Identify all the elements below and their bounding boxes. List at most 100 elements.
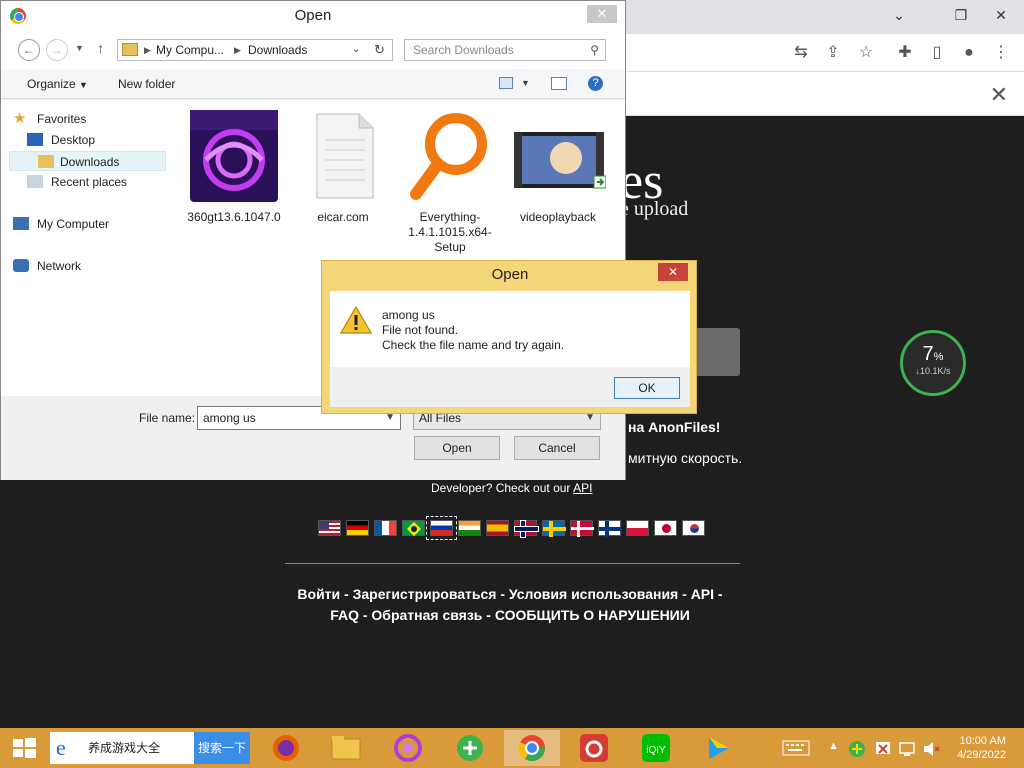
side-panel-icon[interactable]: ▯ — [926, 42, 948, 64]
taskbar-search-button[interactable]: 搜索一下 — [194, 732, 250, 764]
flag-de[interactable] — [346, 520, 369, 536]
nav-favorites[interactable]: ★ Favorites — [11, 109, 86, 129]
extensions-icon[interactable]: ✚ — [894, 42, 916, 64]
chevron-up-icon[interactable]: ▲ — [828, 740, 839, 752]
help-icon[interactable]: ? — [588, 76, 603, 91]
report-abuse-link[interactable]: СООБЩИТЬ О НАРУШЕНИИ — [495, 607, 690, 623]
iqiyi-app[interactable]: iQIY — [628, 730, 684, 766]
address-segment[interactable]: My Compu... — [156, 40, 224, 60]
chrome-icon — [518, 735, 546, 762]
address-bar[interactable]: ▶ My Compu... ▶ Downloads ⌄ ↻ — [117, 39, 393, 61]
flag-dk[interactable] — [570, 520, 594, 537]
ok-button[interactable]: OK — [614, 377, 680, 399]
firefox-app[interactable] — [258, 730, 314, 766]
faq-link[interactable]: FAQ — [330, 607, 359, 623]
language-flags — [318, 516, 705, 540]
network-tray-icon[interactable] — [898, 740, 916, 758]
preview-pane-icon[interactable] — [551, 77, 567, 90]
security-tray-icon[interactable] — [848, 740, 866, 758]
flag-kr[interactable] — [682, 520, 705, 536]
file-item[interactable]: 360gt13.6.1047.0 — [179, 110, 289, 225]
flag-in[interactable] — [458, 520, 481, 536]
api-link[interactable]: API — [573, 481, 592, 495]
organize-button[interactable]: Organize ▼ — [27, 77, 88, 91]
shield-alert-icon[interactable] — [874, 740, 892, 758]
play-icon — [709, 737, 729, 759]
360-security-app[interactable] — [442, 730, 498, 766]
nav-recent-places[interactable]: Recent places — [11, 172, 127, 192]
share-icon[interactable]: ⇪ — [822, 42, 844, 64]
flag-ru[interactable] — [426, 516, 457, 540]
taskbar-search-input[interactable]: e 养成游戏大全 — [50, 732, 194, 764]
menu-icon[interactable]: ⋮ — [990, 42, 1012, 64]
minimize-icon[interactable]: ⌄ — [882, 0, 916, 30]
nav-label: Network — [37, 259, 82, 273]
flag-jp[interactable] — [654, 520, 677, 536]
system-tray: ▲ 10:00 AM 4/29/2022 — [780, 728, 1024, 768]
nav-my-computer[interactable]: My Computer — [11, 214, 109, 234]
file-explorer-app[interactable] — [318, 730, 374, 766]
new-folder-button[interactable]: New folder — [118, 77, 175, 91]
chevron-down-icon[interactable]: ⌄ — [352, 40, 360, 60]
separator: - — [496, 586, 509, 602]
flag-se[interactable] — [542, 520, 566, 537]
flag-fr[interactable] — [374, 520, 397, 536]
file-name: Everything-1.4.1.1015.x64-Setup — [408, 210, 492, 254]
nav-downloads[interactable]: Downloads — [9, 151, 166, 171]
footer-links: Войти - Зарегистрироваться - Условия исп… — [280, 584, 740, 626]
file-item[interactable]: Everything-1.4.1.1015.x64-Setup — [395, 110, 505, 255]
flag-pl[interactable] — [626, 520, 649, 536]
flag-no[interactable] — [514, 520, 538, 537]
up-arrow-icon[interactable]: ↑ — [97, 40, 104, 56]
file-item[interactable]: eicar.com — [288, 110, 398, 225]
recent-dropdown-icon[interactable]: ▼ — [75, 43, 84, 53]
error-message-box: Open ✕ among us File not found. Check th… — [321, 260, 697, 414]
nav-network[interactable]: Network — [11, 256, 81, 276]
message-box-title: Open — [491, 266, 529, 283]
dialog-close-button[interactable]: ✕ — [587, 5, 617, 23]
command-bar: Organize ▼ New folder ▼ ? — [1, 69, 625, 99]
360-app[interactable] — [380, 730, 436, 766]
profile-icon[interactable]: ● — [958, 42, 980, 64]
message-box-close-button[interactable]: ✕ — [658, 263, 688, 281]
clock-time: 10:00 AM — [959, 735, 1006, 747]
search-input[interactable]: Search Downloads ⚲ — [404, 39, 606, 61]
forward-arrow-icon[interactable]: → — [46, 39, 68, 61]
flag-us[interactable] — [318, 520, 341, 536]
feedback-link[interactable]: Обратная связь — [371, 607, 482, 623]
speed-text: митную скорость. — [628, 450, 743, 466]
flag-es[interactable] — [486, 520, 509, 536]
chrome-app[interactable] — [504, 730, 560, 766]
terms-link[interactable]: Условия использования — [509, 586, 678, 602]
api-footer-link[interactable]: API — [691, 586, 714, 602]
chevron-right-icon: ▶ — [234, 45, 241, 55]
refresh-icon[interactable]: ↻ — [374, 40, 385, 60]
flag-fi[interactable] — [598, 520, 622, 537]
cancel-button[interactable]: Cancel — [514, 436, 600, 460]
view-dropdown-icon[interactable]: ▼ — [521, 78, 530, 88]
keyboard-icon[interactable] — [782, 740, 810, 756]
view-options-icon[interactable] — [499, 77, 513, 89]
flag-br[interactable] — [402, 520, 425, 537]
infobar-close-icon[interactable]: ✕ — [990, 82, 1008, 108]
network-speed-gauge[interactable]: 7% ↓10.1K/s — [900, 330, 966, 396]
video-player-app[interactable] — [690, 730, 746, 766]
back-arrow-icon[interactable]: ← — [18, 39, 40, 61]
register-link[interactable]: Зарегистрироваться — [353, 586, 497, 602]
magnifier-icon — [402, 110, 498, 202]
netease-music-app[interactable] — [566, 730, 622, 766]
translate-icon[interactable]: ⇆ — [790, 42, 812, 64]
restore-icon[interactable]: ❐ — [944, 0, 978, 30]
login-link[interactable]: Войти — [297, 586, 340, 602]
close-icon[interactable]: ✕ — [984, 0, 1018, 30]
clock[interactable]: 10:00 AM 4/29/2022 — [957, 734, 1006, 762]
open-button[interactable]: Open — [414, 436, 500, 460]
message-error: File not found. — [382, 323, 459, 337]
bookmark-star-icon[interactable]: ☆ — [855, 42, 877, 64]
address-segment[interactable]: Downloads — [248, 40, 307, 60]
volume-muted-icon[interactable] — [922, 740, 940, 758]
file-item[interactable]: videoplayback — [503, 110, 613, 225]
start-button[interactable] — [0, 728, 48, 768]
nav-desktop[interactable]: Desktop — [11, 130, 95, 150]
search-placeholder: Search Downloads — [413, 43, 514, 57]
